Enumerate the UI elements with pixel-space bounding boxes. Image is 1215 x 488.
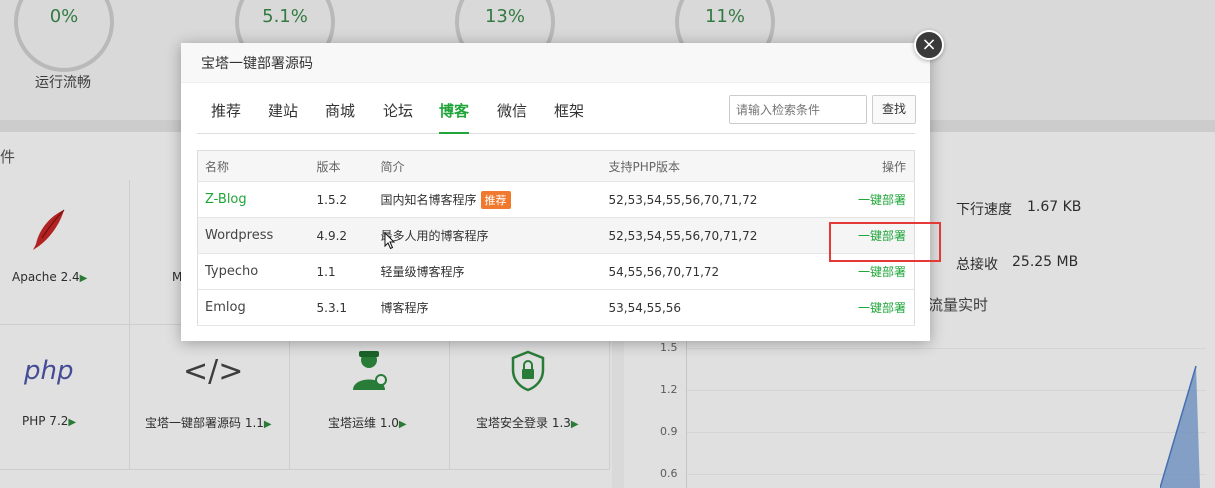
source-table: 名称 版本 简介 支持PHP版本 操作 Z-Blog 1.5.2 国内知名博客程… — [197, 150, 915, 326]
row-name-link[interactable]: Z-Blog — [205, 192, 247, 207]
table-row: Typecho 1.1 轻量级博客程序 54,55,56,70,71,72 一键… — [197, 253, 915, 290]
recommend-badge: 推荐 — [480, 190, 511, 209]
col-desc: 简介 — [380, 150, 609, 182]
deploy-button[interactable]: 一键部署 — [858, 301, 906, 315]
row-name: Wordpress — [205, 228, 274, 243]
table-header-row: 名称 版本 简介 支持PHP版本 操作 — [197, 150, 915, 182]
row-name: Typecho — [205, 264, 259, 279]
tab-wechat[interactable]: 微信 — [497, 100, 527, 134]
row-name: Emlog — [205, 300, 246, 315]
row-version: 1.5.2 — [316, 181, 381, 218]
mouse-cursor-icon — [384, 232, 396, 250]
deploy-button[interactable]: 一键部署 — [858, 193, 906, 207]
row-php: 52,53,54,55,56,70,71,72 — [608, 181, 809, 218]
tab-framework[interactable]: 框架 — [554, 100, 584, 134]
close-icon[interactable]: × — [914, 30, 944, 60]
search-input[interactable] — [729, 95, 867, 124]
tab-site[interactable]: 建站 — [268, 100, 298, 134]
col-name: 名称 — [197, 150, 317, 182]
deploy-modal: 宝塔一键部署源码 × 推荐 建站 商城 论坛 博客 微信 框架 查找 名称 版本… — [181, 30, 944, 341]
tab-blog[interactable]: 博客 — [439, 100, 470, 134]
col-action: 操作 — [808, 150, 915, 182]
row-desc: 轻量级博客程序 — [380, 253, 609, 290]
search-button[interactable]: 查找 — [872, 95, 916, 124]
row-php: 53,54,55,56 — [608, 289, 809, 326]
tab-forum[interactable]: 论坛 — [383, 100, 413, 134]
tab-recommend[interactable]: 推荐 — [211, 100, 241, 134]
table-row: Z-Blog 1.5.2 国内知名博客程序 推荐 52,53,54,55,56,7… — [197, 181, 915, 218]
row-desc: 博客程序 — [380, 289, 609, 326]
table-row: Wordpress 4.9.2 最多人用的博客程序 52,53,54,55,56… — [197, 217, 915, 254]
annotation-highlight — [829, 222, 941, 262]
table-row: Emlog 5.3.1 博客程序 53,54,55,56 一键部署 — [197, 289, 915, 326]
row-version: 5.3.1 — [316, 289, 381, 326]
row-version: 1.1 — [316, 253, 381, 290]
row-php: 52,53,54,55,56,70,71,72 — [608, 217, 809, 254]
row-desc: 最多人用的博客程序 — [380, 217, 609, 254]
row-version: 4.9.2 — [316, 217, 381, 254]
row-php: 54,55,56,70,71,72 — [608, 253, 809, 290]
tab-shop[interactable]: 商城 — [325, 100, 355, 134]
row-desc: 国内知名博客程序 推荐 — [380, 181, 609, 218]
deploy-button[interactable]: 一键部署 — [858, 265, 906, 279]
col-php: 支持PHP版本 — [608, 150, 809, 182]
col-version: 版本 — [316, 150, 381, 182]
modal-title: 宝塔一键部署源码 — [181, 43, 930, 83]
